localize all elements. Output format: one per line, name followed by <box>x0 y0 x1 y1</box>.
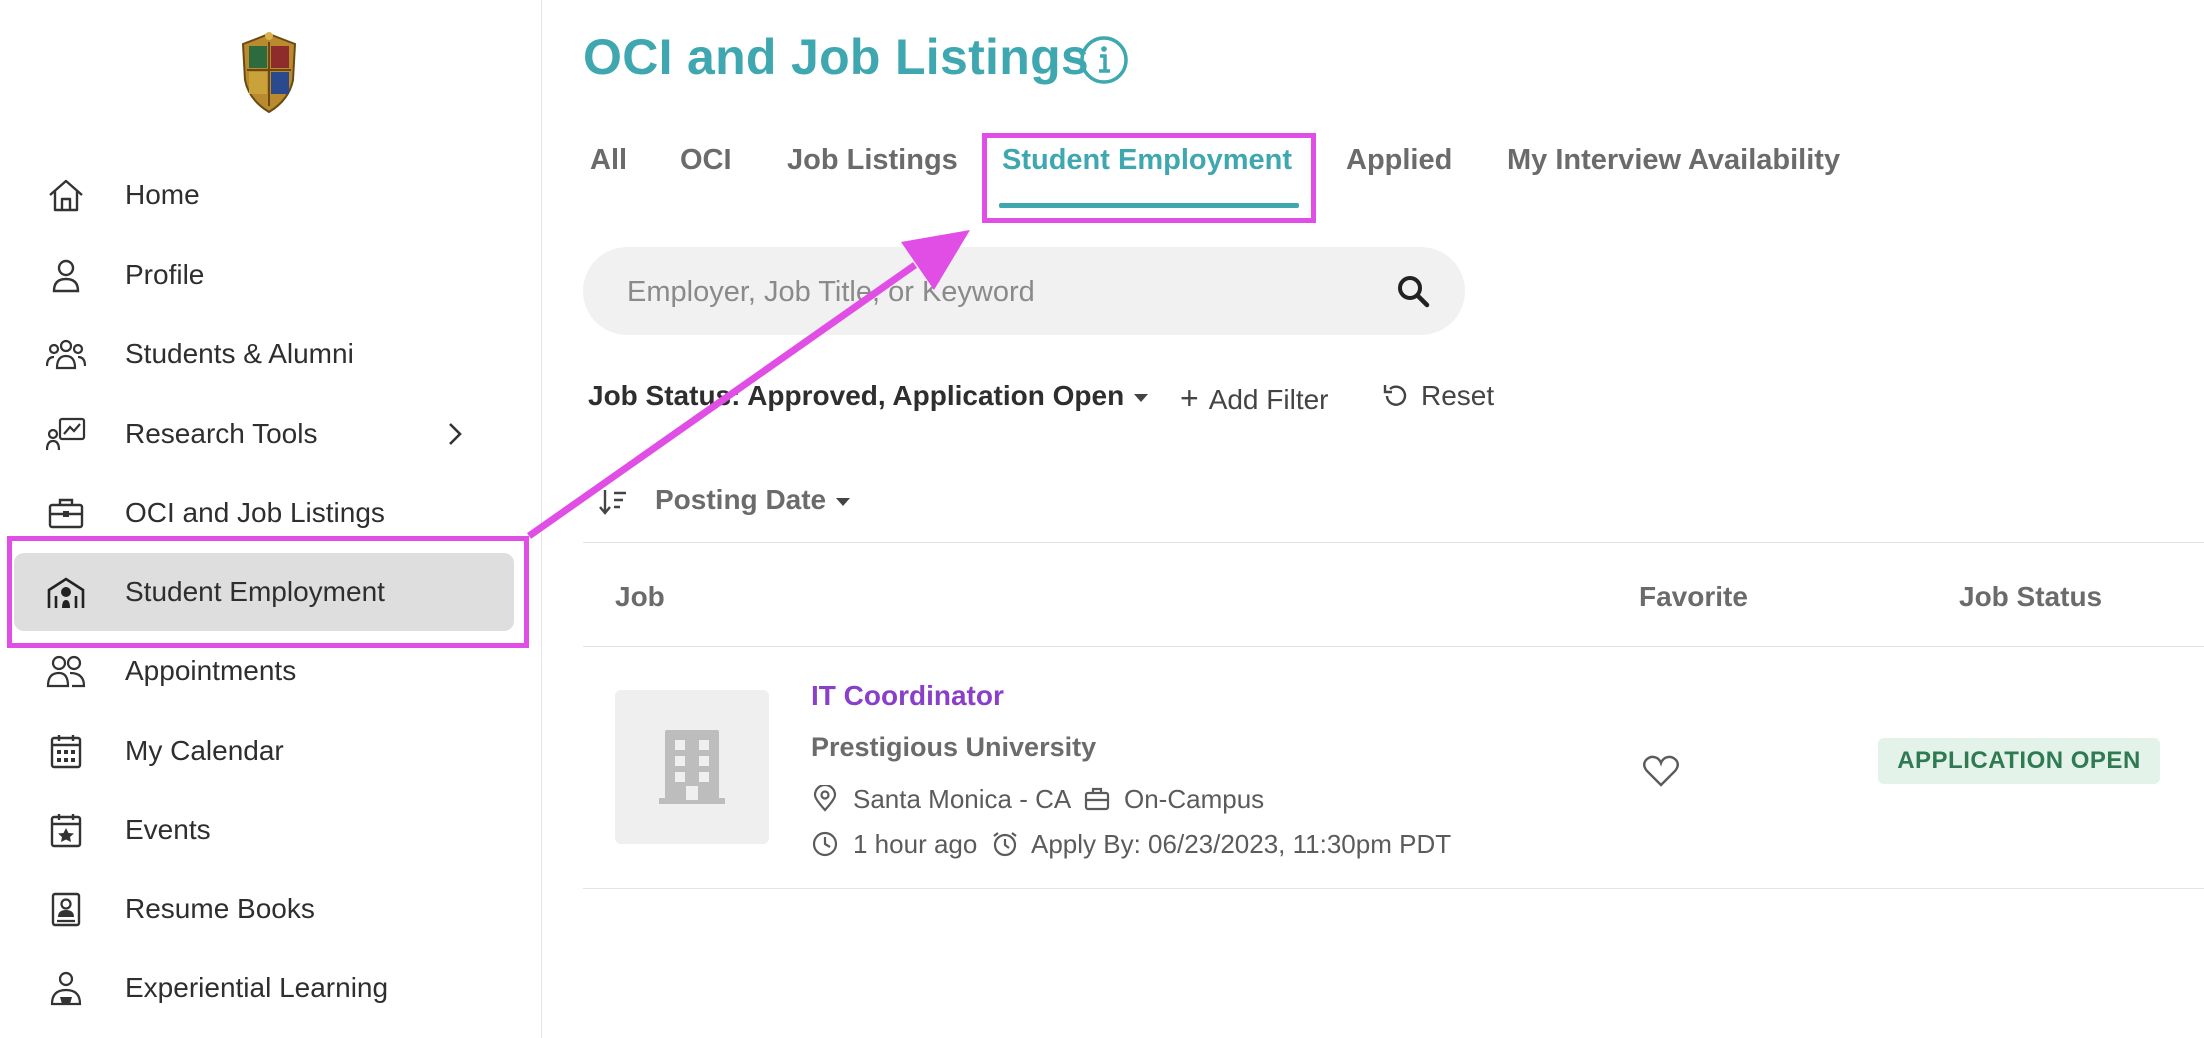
clock-icon <box>812 831 838 857</box>
sidebar-item-label: Resume Books <box>125 893 315 924</box>
sidebar-item-label: Events <box>125 814 211 845</box>
tab-student-employment[interactable]: Student Employment <box>1002 144 1292 177</box>
add-filter-label: Add Filter <box>1208 384 1329 415</box>
learner-icon <box>50 971 82 1006</box>
job-type: On-Campus <box>1124 784 1265 814</box>
sidebar: Home Profile Students & Alumni Research … <box>0 0 542 1038</box>
caret-down-icon <box>836 497 851 506</box>
reset-label: Reset <box>1421 380 1495 411</box>
job-status-filter[interactable]: Job Status: Approved, Application Open <box>588 380 1149 412</box>
sidebar-item-label: Student Employment <box>125 576 385 607</box>
apply-by-deadline: Apply By: 06/23/2023, 11:30pm PDT <box>1031 829 1452 859</box>
tab-job-listings[interactable]: Job Listings <box>787 144 958 177</box>
sidebar-item-label: Home <box>125 179 200 210</box>
employer-name: Prestigious University <box>811 732 1097 762</box>
tab-my-interview-availability[interactable]: My Interview Availability <box>1507 144 1840 177</box>
sidebar-item-label: Experiential Learning <box>125 972 389 1003</box>
people-icon <box>46 655 86 688</box>
sidebar-item-research-tools[interactable]: Research Tools <box>14 395 514 473</box>
job-status-filter-label: Job Status: Approved, Application Open <box>588 380 1125 411</box>
resume-book-icon <box>51 892 81 927</box>
tab-all[interactable]: All <box>590 144 627 177</box>
sidebar-item-appointments[interactable]: Appointments <box>14 632 514 710</box>
employer-logo <box>615 690 769 844</box>
table-header: Job Favorite Job Status <box>583 542 2204 647</box>
calendar-icon <box>50 735 82 769</box>
column-header-job[interactable]: Job <box>615 581 665 613</box>
favorite-heart-icon[interactable] <box>1642 754 1680 788</box>
person-icon <box>52 259 80 293</box>
reset-icon <box>1383 385 1407 406</box>
sort-label-text: Posting Date <box>655 484 827 515</box>
sidebar-item-label: Research Tools <box>125 418 318 449</box>
job-location: Santa Monica - CA <box>853 784 1072 814</box>
sidebar-item-label: OCI and Job Listings <box>125 497 385 528</box>
sort-icon <box>599 490 626 515</box>
sidebar-item-student-employment[interactable]: Student Employment <box>14 553 514 631</box>
sidebar-item-oci-job-listings[interactable]: OCI and Job Listings <box>14 474 514 552</box>
campus-building-icon <box>47 577 85 608</box>
building-icon <box>659 730 725 804</box>
search-input[interactable] <box>625 271 1369 313</box>
caret-down-icon <box>1134 393 1149 402</box>
home-icon <box>49 179 83 212</box>
sidebar-item-resume-books[interactable]: Resume Books <box>14 870 514 948</box>
sidebar-item-label: My Calendar <box>125 735 284 766</box>
plus-icon: + <box>1180 380 1199 416</box>
school-crest-logo[interactable] <box>233 30 305 116</box>
sidebar-item-students-alumni[interactable]: Students & Alumni <box>14 315 514 393</box>
job-title-link[interactable]: IT Coordinator <box>811 680 1004 712</box>
table-row[interactable]: IT Coordinator Prestigious University Sa… <box>583 646 2204 889</box>
search-icon[interactable] <box>1395 273 1431 309</box>
sidebar-item-my-calendar[interactable]: My Calendar <box>14 712 514 790</box>
info-icon[interactable] <box>1078 34 1130 86</box>
tab-applied[interactable]: Applied <box>1346 144 1452 177</box>
sidebar-item-label: Appointments <box>125 655 297 686</box>
event-star-icon <box>50 814 82 848</box>
group-icon <box>46 339 86 370</box>
sidebar-item-home[interactable]: Home <box>14 156 514 234</box>
briefcase-icon <box>1084 787 1110 811</box>
sidebar-item-experiential-learning[interactable]: Experiential Learning <box>14 949 514 1027</box>
active-tab-indicator <box>999 203 1299 208</box>
reset-button[interactable]: Reset <box>1381 380 1494 412</box>
research-icon <box>46 417 86 451</box>
page-title: OCI and Job Listings <box>583 29 1090 85</box>
search-bar <box>583 247 1465 335</box>
sidebar-item-label: Profile <box>125 259 205 290</box>
column-header-favorite: Favorite <box>1639 581 1748 612</box>
add-filter-button[interactable]: + Add Filter <box>1180 380 1329 417</box>
status-badge: APPLICATION OPEN <box>1878 738 2160 784</box>
chevron-right-icon[interactable] <box>440 419 470 449</box>
alarm-clock-icon <box>993 832 1017 857</box>
briefcase-icon <box>48 498 84 529</box>
tab-oci[interactable]: OCI <box>680 144 732 177</box>
sidebar-item-profile[interactable]: Profile <box>14 236 514 314</box>
column-header-job-status[interactable]: Job Status <box>1959 581 2102 613</box>
location-pin-icon <box>813 785 837 812</box>
posted-time: 1 hour ago <box>853 829 978 859</box>
sidebar-item-events[interactable]: Events <box>14 791 514 869</box>
sort-label: Posting Date <box>655 484 851 516</box>
sidebar-item-label: Students & Alumni <box>125 338 354 369</box>
